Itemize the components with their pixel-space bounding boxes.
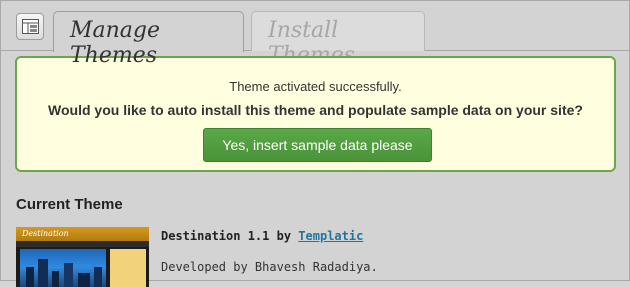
- theme-developer-text: Developed by Bhavesh Radadiya.: [161, 260, 378, 274]
- current-theme-heading: Current Theme: [16, 196, 123, 213]
- thumbnail-logo: Destination: [22, 229, 69, 238]
- theme-by: by: [276, 229, 292, 243]
- notice-status-text: Theme activated successfully.: [229, 79, 402, 94]
- theme-name-version: Destination 1.1: [161, 229, 270, 243]
- theme-title: Destination 1.1 by Templatic: [161, 229, 363, 243]
- theme-screenshot: Destination: [16, 227, 149, 287]
- themes-icon: [16, 13, 44, 40]
- admin-page: Manage Themes Install Themes Theme activ…: [0, 0, 630, 287]
- author-link[interactable]: Templatic: [298, 229, 363, 243]
- notice-question-text: Would you like to auto install this them…: [48, 102, 583, 118]
- success-notice: Theme activated successfully. Would you …: [15, 56, 616, 172]
- tab-manage-themes[interactable]: Manage Themes: [53, 11, 244, 68]
- tab-install-themes[interactable]: Install Themes: [251, 11, 425, 68]
- insert-sample-data-button[interactable]: Yes, insert sample data please: [203, 128, 432, 162]
- tab-label: Manage Themes: [70, 18, 161, 68]
